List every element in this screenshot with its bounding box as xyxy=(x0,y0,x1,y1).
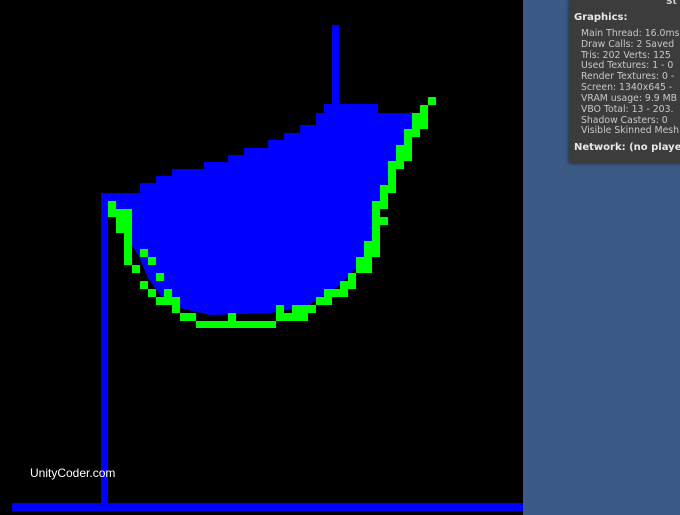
stats-title: St xyxy=(666,0,677,7)
stat-main-thread: Main Thread: 16.0ms xyxy=(581,28,680,39)
stats-panel[interactable]: St Graphics: Main Thread: 16.0ms Draw Ca… xyxy=(569,0,680,163)
left-wall xyxy=(101,193,108,503)
simulation-canvas xyxy=(12,25,523,511)
water-body xyxy=(108,104,416,315)
game-view[interactable]: UnityCoder.com xyxy=(0,0,523,515)
stat-draw-calls: Draw Calls: 2 Saved xyxy=(581,39,675,50)
stat-screen: Screen: 1340x645 - xyxy=(581,82,673,93)
stat-visible-skinned-mesh: Visible Skinned Mesh xyxy=(581,125,680,136)
stat-vbo-total: VBO Total: 13 - 203. xyxy=(581,104,674,115)
stat-used-textures: Used Textures: 1 - 0 xyxy=(581,60,674,71)
floor xyxy=(12,503,523,511)
watermark: UnityCoder.com xyxy=(30,466,116,480)
graphics-heading: Graphics: xyxy=(574,12,628,23)
stat-render-textures: Render Textures: 0 - xyxy=(581,71,675,82)
top-pipe xyxy=(332,25,339,105)
network-heading: Network: (no player xyxy=(574,142,680,153)
stat-vram-usage: VRAM usage: 9.9 MB xyxy=(581,93,678,104)
